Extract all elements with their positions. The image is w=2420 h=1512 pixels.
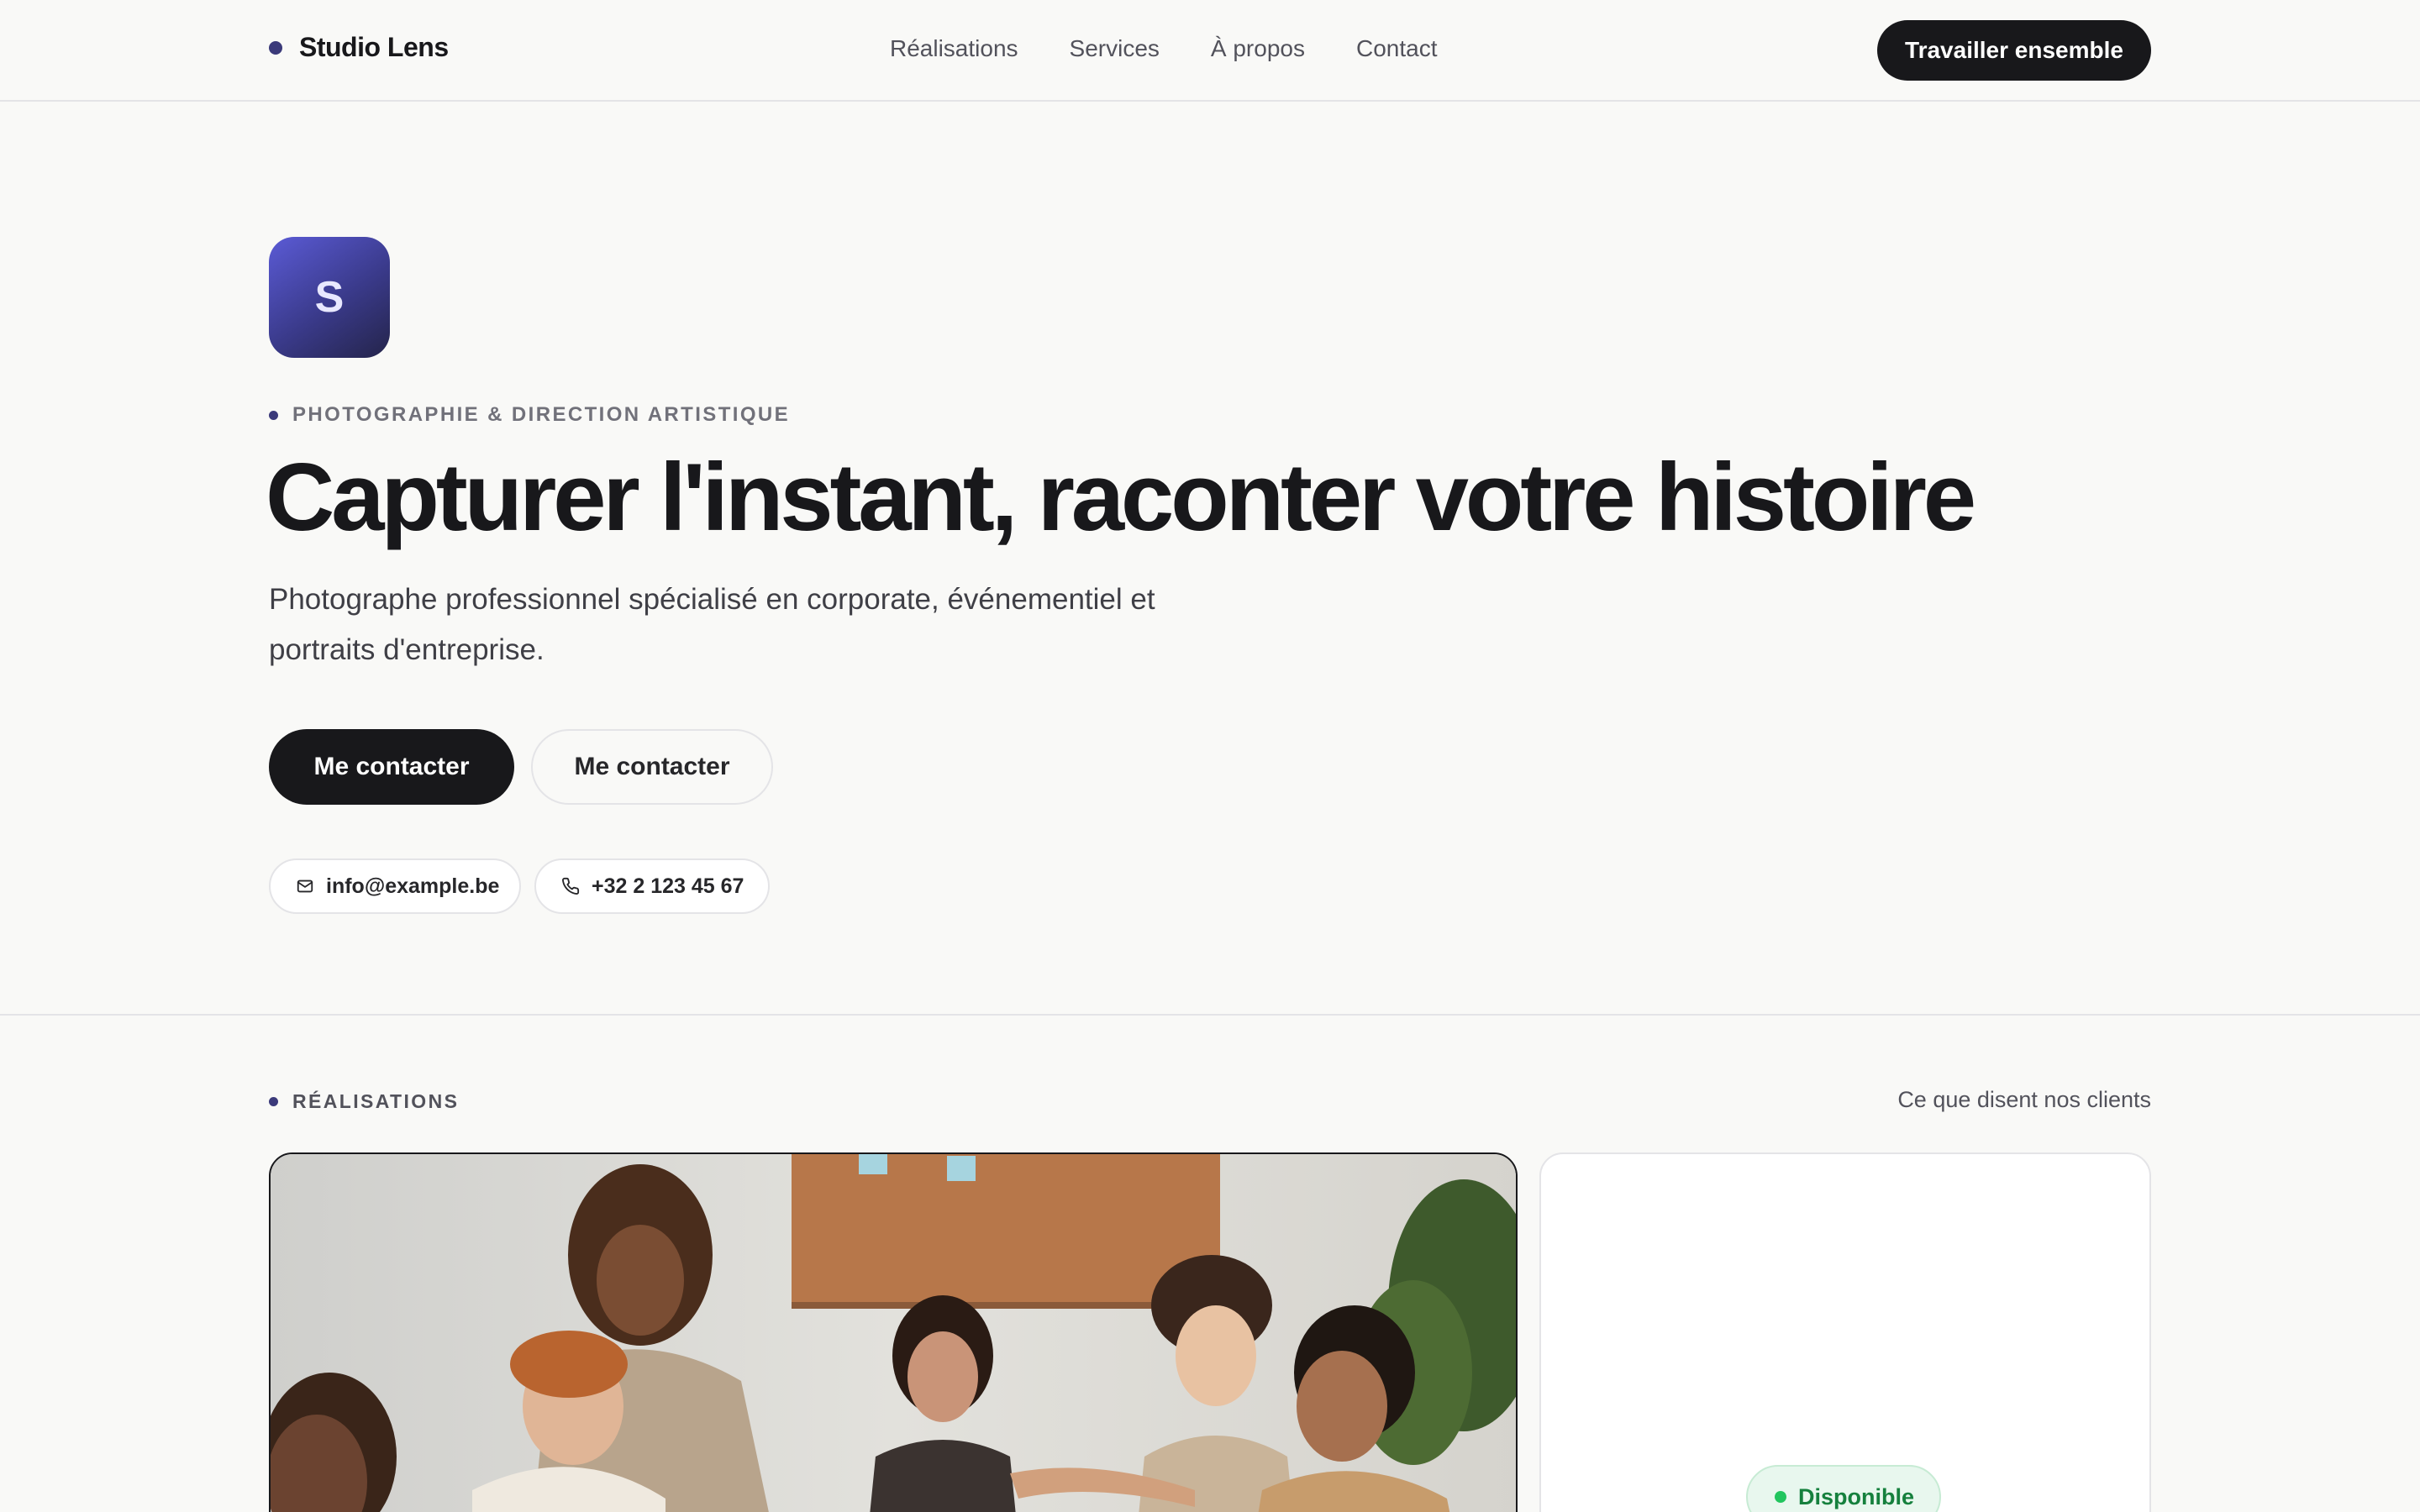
contact-button-primary[interactable]: Me contacter: [269, 729, 514, 805]
hero-subtitle: Photographe professionnel spécialisé en …: [269, 583, 1155, 666]
realisations-eyebrow: RÉALISATIONS: [269, 1090, 459, 1113]
hero-headline: Capturer l'instant, raconter votre histo…: [266, 444, 1976, 551]
contact-button-secondary[interactable]: Me contacter: [531, 729, 773, 805]
featured-photo[interactable]: [269, 1152, 1518, 1512]
meeting-photo: [271, 1154, 1516, 1512]
phone-chip[interactable]: +32 2 123 45 67: [534, 858, 770, 914]
brand-name: Studio Lens: [299, 32, 449, 62]
testimonials-link[interactable]: Ce que disent nos clients: [1897, 1087, 2151, 1113]
email-text: info@example.be: [326, 874, 500, 898]
phone-icon: [562, 877, 580, 895]
phone-text: +32 2 123 45 67: [592, 874, 744, 898]
availability-dot: [1775, 1491, 1786, 1503]
realisations-label: RÉALISATIONS: [292, 1090, 460, 1112]
eyebrow-dot: [269, 410, 278, 420]
studio-logo: S: [269, 237, 390, 358]
hero-eyebrow: PHOTOGRAPHIE & DIRECTION ARTISTIQUE: [269, 403, 790, 427]
mail-icon: [297, 879, 313, 893]
section-divider: [0, 1014, 2420, 1016]
nav-contact[interactable]: Contact: [1356, 35, 1438, 62]
availability-badge: Disponible: [1746, 1465, 1941, 1512]
testimonials-card: [1539, 1152, 2151, 1512]
eyebrow-text: PHOTOGRAPHIE & DIRECTION ARTISTIQUE: [292, 403, 791, 426]
availability-text: Disponible: [1798, 1483, 1915, 1509]
nav-realisations[interactable]: Réalisations: [890, 35, 1018, 62]
logo-letter: S: [314, 273, 345, 322]
email-chip[interactable]: info@example.be: [269, 858, 521, 914]
brand-dot: [269, 40, 282, 55]
site-header: Studio Lens Réalisations Services À prop…: [0, 0, 2420, 102]
nav-a-propos[interactable]: À propos: [1211, 35, 1305, 62]
work-together-button[interactable]: Travailler ensemble: [1877, 20, 2151, 81]
brand[interactable]: Studio Lens: [269, 32, 449, 63]
main-nav: Réalisations Services À propos Contact: [890, 35, 1488, 62]
nav-services[interactable]: Services: [1070, 35, 1160, 62]
realisations-dot: [269, 1097, 278, 1106]
